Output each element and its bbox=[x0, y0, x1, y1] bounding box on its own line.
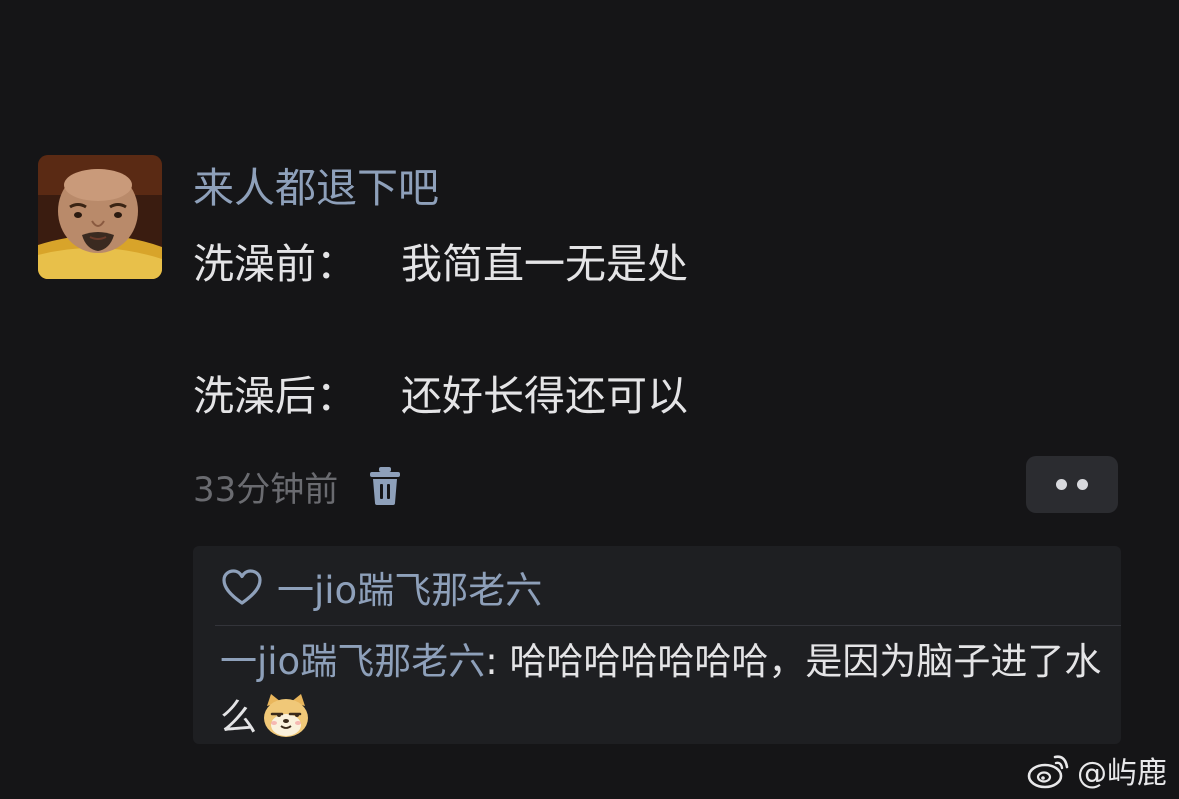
watermark: @屿鹿 bbox=[1027, 748, 1167, 792]
more-dots-icon bbox=[1056, 479, 1067, 490]
reply-author[interactable]: 一jio踹飞那老六 bbox=[220, 640, 485, 683]
weibo-icon bbox=[1027, 755, 1069, 789]
comment-line-before-label: 洗澡前： bbox=[193, 240, 357, 288]
comment-line-after-label: 洗澡后： bbox=[193, 372, 357, 420]
trash-icon[interactable] bbox=[368, 466, 402, 506]
reply-divider bbox=[215, 625, 1121, 626]
comment-line-before: 洗澡前： 我简直一无是处 bbox=[193, 236, 688, 292]
more-options-button[interactable] bbox=[1026, 456, 1118, 513]
reply-item: 一jio踹飞那老六: 哈哈哈哈哈哈哈，是因为脑子进了水么 bbox=[220, 634, 1110, 746]
comment-screen: 来人都退下吧 洗澡前： 我简直一无是处 洗澡后： 还好长得还可以 33分钟前 一ji… bbox=[0, 0, 1179, 799]
comment-author[interactable]: 来人都退下吧 bbox=[193, 160, 439, 216]
comment-line-after: 洗澡后： 还好长得还可以 bbox=[193, 368, 688, 424]
doge-emoji bbox=[264, 694, 308, 737]
avatar-photo bbox=[38, 155, 162, 279]
likes-row: 一jio踹飞那老六 bbox=[221, 562, 542, 612]
comment-timestamp: 33分钟前 bbox=[193, 469, 339, 510]
comment-meta: 33分钟前 bbox=[193, 462, 402, 510]
comment-line-after-text: 还好长得还可以 bbox=[401, 372, 688, 420]
watermark-text: @屿鹿 bbox=[1077, 756, 1167, 791]
more-dots-icon-dot bbox=[1077, 479, 1088, 490]
reply-separator: : bbox=[485, 640, 510, 683]
heart-icon[interactable] bbox=[221, 568, 263, 606]
avatar[interactable] bbox=[38, 155, 162, 279]
comment-line-before-text: 我简直一无是处 bbox=[401, 240, 688, 288]
reply-section: 一jio踹飞那老六 一jio踹飞那老六: 哈哈哈哈哈哈哈，是因为脑子进了水么 bbox=[193, 546, 1121, 744]
liked-by-user[interactable]: 一jio踹飞那老六 bbox=[277, 560, 542, 614]
